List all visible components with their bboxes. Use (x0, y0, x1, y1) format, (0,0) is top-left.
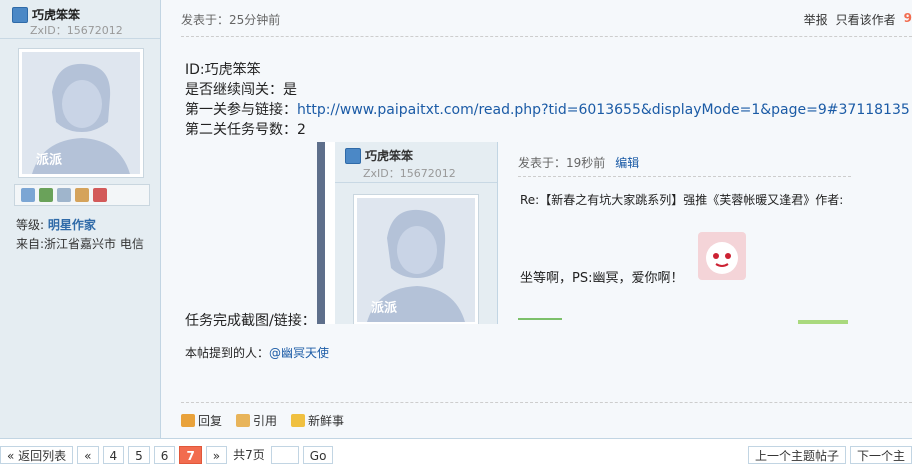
content-line: 是否继续闯关：是 (185, 82, 297, 98)
reply-label: 回复 (198, 414, 223, 428)
screenshot-decoration (798, 320, 848, 324)
screenshot-author-row: 巧虎笨笨 (345, 147, 413, 164)
screenshot-edit-link: 编辑 (615, 156, 640, 170)
mention-label: 本帖提到的人： (185, 346, 270, 360)
page-4[interactable]: 4 (102, 446, 125, 464)
author-sidebar: 巧虎笨笨 ZxID：15672012 派派 等级: 明星作家 来自:浙江省嘉兴市… (0, 0, 161, 438)
participation-link[interactable]: http://www.paipaitxt.com/read.php?tid=60… (297, 102, 910, 118)
page-6[interactable]: 6 (153, 446, 176, 464)
screenshot-divider (335, 182, 497, 183)
screenshot-time-row: 发表于：19秒前 编辑 (518, 154, 639, 171)
emoji-icon (698, 232, 746, 280)
screenshot-text: 坐等啊，PS:幽冥，爱你啊！ (520, 271, 684, 286)
next-page-button[interactable]: » (205, 446, 228, 464)
content-line: 第二关任务号数：2 (185, 122, 306, 138)
level-value: 明星作家 (47, 218, 96, 232)
post-header-actions: 举报 只看该作者 9 (804, 11, 912, 28)
profile-icon[interactable] (75, 188, 89, 202)
header-divider (181, 36, 912, 37)
fresh-label: 新鲜事 (308, 414, 345, 428)
screenshot-avatar: 派派 (353, 194, 479, 324)
page-7-current[interactable]: 7 (179, 446, 202, 464)
avatar-image: 派派 (22, 52, 140, 174)
screenshot-decoration (518, 318, 562, 324)
back-to-list-button[interactable]: « 返回列表 (0, 446, 74, 464)
report-link[interactable]: 举报 (804, 11, 828, 28)
screenshot-zxid: ZxID：15672012 (363, 167, 456, 180)
reply-icon (181, 414, 195, 427)
user-icon (345, 147, 361, 164)
author-name[interactable]: 巧虎笨笨 (32, 6, 80, 23)
screenshot-sidebar: 巧虎笨笨 ZxID：15672012 派派 (335, 142, 498, 324)
author-level: 等级: 明星作家 (16, 216, 96, 233)
gift-icon[interactable] (93, 188, 107, 202)
content-line: 第一关参与链接：http://www.paipaitxt.com/read.ph… (185, 100, 910, 120)
go-button[interactable]: Go (302, 446, 334, 464)
next-topic-button[interactable]: 下一个主 (849, 446, 912, 464)
screenshot-title: Re:【新春之有坑大家跳系列】强推《芙蓉帐暖又逢君》作者: (520, 193, 844, 207)
avatar[interactable]: 派派 (18, 48, 144, 178)
link-label: 第一关参与链接： (185, 102, 297, 118)
post-main: 发表于：25分钟前 举报 只看该作者 9 ID:巧虎笨笨 是否继续闯关：是 第一… (161, 0, 912, 438)
prev-topic-button[interactable]: 上一个主题帖子 (747, 446, 846, 464)
author-name-row[interactable]: 巧虎笨笨 (12, 6, 80, 23)
add-friend-icon[interactable] (39, 188, 53, 202)
page-5[interactable]: 5 (128, 446, 150, 464)
topic-nav: 上一个主题帖子 下一个主 (747, 446, 912, 464)
quote-icon (236, 414, 251, 427)
screenshot-time: 发表于：19秒前 (518, 156, 606, 170)
avatar-tag: 派派 (36, 153, 63, 168)
total-pages: 共7页 (233, 448, 265, 462)
fresh-icon (291, 414, 306, 427)
mention-user-link[interactable]: @幽冥天使 (269, 346, 329, 360)
post-content: ID:巧虎笨笨 是否继续闯关：是 第一关参与链接：http://www.paip… (185, 60, 910, 140)
screenshot-main: 发表于：19秒前 编辑 Re:【新春之有坑大家跳系列】强推《芙蓉帐暖又逢君》作者:… (498, 142, 851, 324)
post-time: 发表于：25分钟前 (181, 13, 281, 27)
sidebar-divider (0, 38, 160, 39)
task-label: 任务完成截图/链接： (185, 313, 316, 329)
screenshot-avatar-tag: 派派 (371, 301, 398, 316)
fresh-button[interactable]: 新鲜事 (291, 412, 344, 429)
footer-divider (181, 402, 912, 403)
message-icon[interactable] (21, 188, 35, 202)
post-card: 巧虎笨笨 ZxID：15672012 派派 等级: 明星作家 来自:浙江省嘉兴市… (0, 0, 912, 439)
content-line: ID:巧虎笨笨 (185, 62, 261, 78)
screenshot-edge (317, 142, 325, 324)
level-label: 等级: (16, 218, 48, 232)
author-actions (14, 184, 150, 206)
screenshot-image[interactable]: 巧虎笨笨 ZxID：15672012 派派 发表于：19秒前 编辑 Re:【新春… (317, 142, 851, 324)
author-location: 来自:浙江省嘉兴市 电信 (16, 237, 144, 251)
quote-label: 引用 (253, 414, 278, 428)
prev-page-button[interactable]: « (77, 446, 99, 464)
screenshot-author-name: 巧虎笨笨 (365, 149, 414, 163)
author-zxid: ZxID：15672012 (30, 24, 123, 37)
user-icon (12, 6, 28, 23)
pagination: « 返回列表 « 4 5 6 7 » 共7页 Go (0, 446, 334, 464)
screenshot-avatar-image: 派派 (357, 198, 475, 322)
screenshot-hline (518, 176, 851, 177)
floor-number: 9 (903, 11, 912, 25)
only-author-link[interactable]: 只看该作者 (836, 11, 896, 28)
quote-button[interactable]: 引用 (236, 412, 277, 429)
mention-row: 本帖提到的人：@幽冥天使 (185, 344, 329, 361)
search-icon[interactable] (57, 188, 71, 202)
page-jump-input[interactable] (270, 446, 299, 464)
reply-button[interactable]: 回复 (181, 412, 222, 429)
post-actions: 回复 引用 新鲜事 (181, 412, 344, 429)
